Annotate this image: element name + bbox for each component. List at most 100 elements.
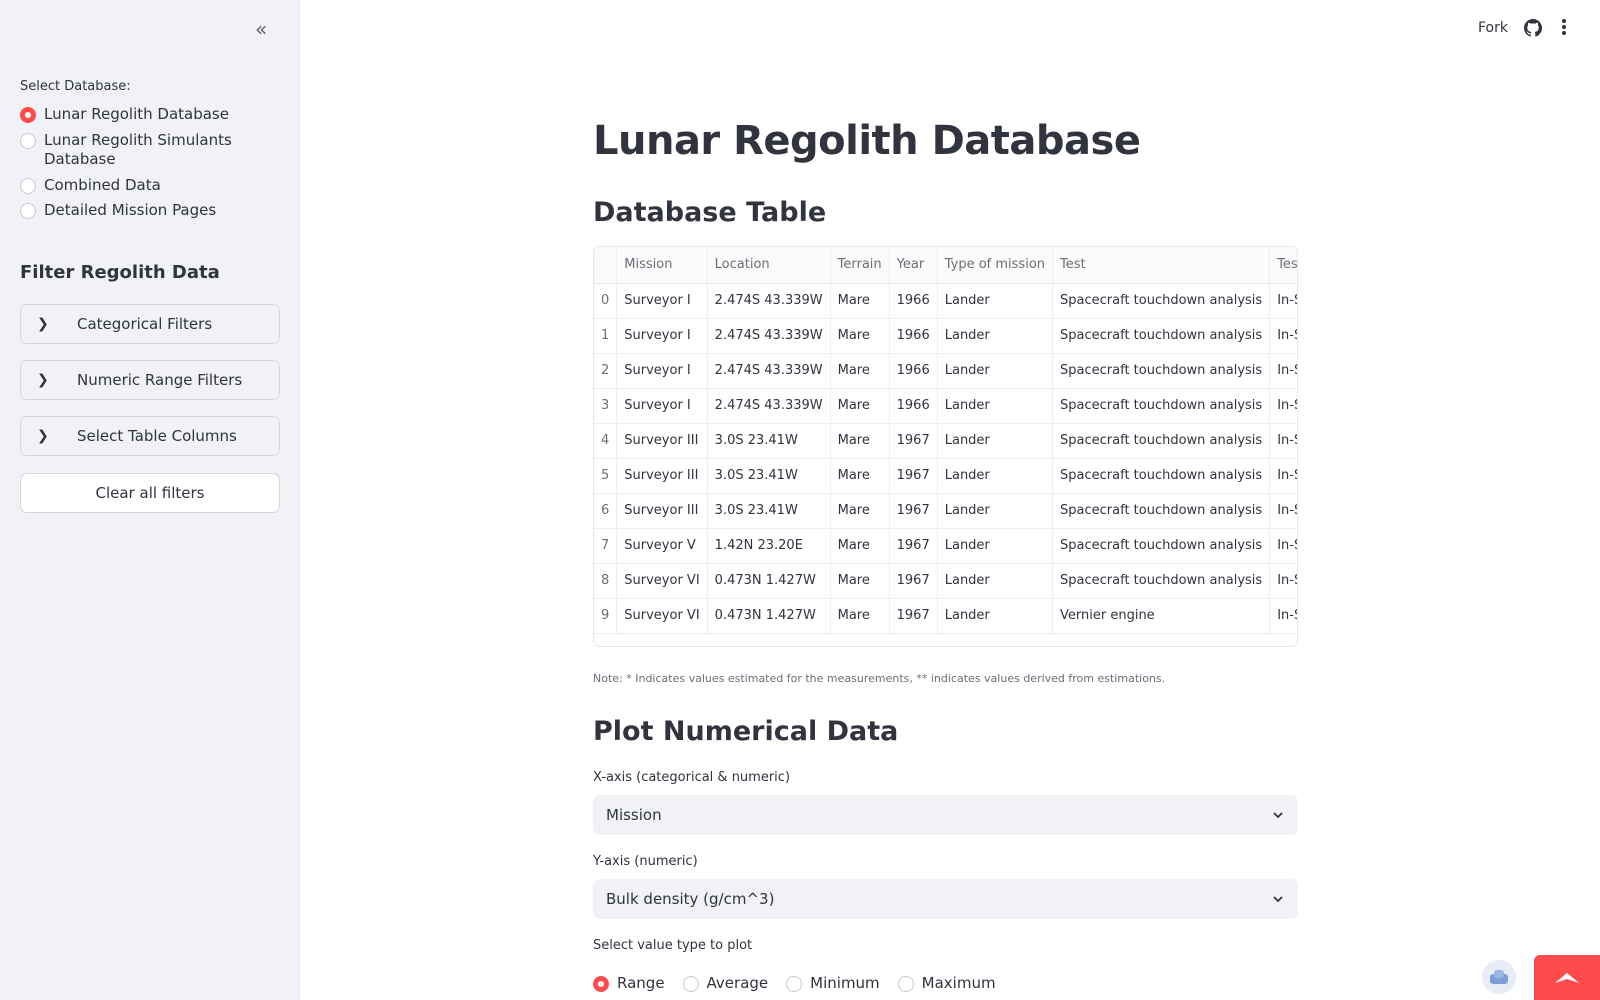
table-cell[interactable]: Lander bbox=[937, 458, 1054, 494]
radio-unselected-icon[interactable] bbox=[20, 177, 36, 194]
row-index-cell[interactable]: 2 bbox=[594, 353, 618, 389]
radio-unselected-icon[interactable] bbox=[682, 976, 699, 992]
db-option-combined[interactable]: Combined Data bbox=[20, 176, 280, 196]
value-type-average[interactable]: Average bbox=[682, 974, 768, 994]
table-cell[interactable]: Mare bbox=[830, 423, 890, 459]
table-cell[interactable]: Lander bbox=[937, 493, 1054, 529]
table-cell[interactable]: Surveyor VI bbox=[616, 563, 708, 599]
table-cell[interactable]: 3.0S 23.41W bbox=[707, 423, 831, 459]
table-cell[interactable]: Mare bbox=[830, 283, 890, 319]
table-column-header[interactable]: Test bbox=[1052, 247, 1271, 284]
row-index-cell[interactable]: 9 bbox=[594, 598, 618, 634]
table-column-header[interactable] bbox=[594, 247, 618, 284]
table-cell[interactable]: Mare bbox=[830, 528, 890, 564]
table-cell[interactable]: Surveyor V bbox=[616, 528, 708, 564]
table-cell[interactable]: Spacecraft touchdown analysis bbox=[1052, 563, 1271, 599]
table-cell[interactable]: 1967 bbox=[889, 598, 938, 634]
radio-unselected-icon[interactable] bbox=[786, 976, 803, 992]
table-cell[interactable]: 1966 bbox=[889, 318, 938, 354]
row-index-cell[interactable]: 1 bbox=[594, 318, 618, 354]
radio-unselected-icon[interactable] bbox=[20, 132, 36, 149]
table-cell[interactable]: 2.474S 43.339W bbox=[707, 283, 831, 319]
table-cell[interactable]: Lander bbox=[937, 598, 1054, 634]
table-cell[interactable]: 2.474S 43.339W bbox=[707, 353, 831, 389]
table-cell[interactable]: Surveyor I bbox=[616, 353, 708, 389]
table-cell[interactable]: In-Si bbox=[1269, 493, 1297, 529]
table-cell[interactable]: 1967 bbox=[889, 423, 938, 459]
clear-all-filters-button[interactable]: Clear all filters bbox=[20, 473, 280, 513]
table-row[interactable]: 2 Surveyor I 2.474S 43.339W Mare 1966 Lander S… bbox=[594, 353, 1297, 389]
table-column-header[interactable]: Terrain bbox=[830, 247, 890, 284]
row-index-cell[interactable]: 0 bbox=[594, 283, 618, 319]
table-column-header[interactable]: Year bbox=[889, 247, 938, 284]
github-icon[interactable] bbox=[1524, 19, 1542, 37]
table-cell[interactable]: Lander bbox=[937, 528, 1054, 564]
table-cell[interactable]: Spacecraft touchdown analysis bbox=[1052, 423, 1271, 459]
table-cell[interactable]: In-Si bbox=[1269, 423, 1297, 459]
table-row[interactable]: 1 Surveyor I 2.474S 43.339W Mare 1966 Lander S… bbox=[594, 318, 1297, 354]
table-row[interactable]: 0 Surveyor I 2.474S 43.339W Mare 1966 Lander S… bbox=[594, 283, 1297, 319]
table-cell[interactable]: 1966 bbox=[889, 353, 938, 389]
table-cell[interactable]: In-Si bbox=[1269, 318, 1297, 354]
table-cell[interactable]: 2.474S 43.339W bbox=[707, 388, 831, 424]
app-status-icon[interactable] bbox=[1482, 960, 1516, 994]
row-index-cell[interactable]: 3 bbox=[594, 388, 618, 424]
table-cell[interactable]: Mare bbox=[830, 493, 890, 529]
table-cell[interactable]: In-Si bbox=[1269, 353, 1297, 389]
table-cell[interactable]: 2.474S 43.339W bbox=[707, 318, 831, 354]
db-option-simulants[interactable]: Lunar Regolith Simulants Database bbox=[20, 131, 280, 170]
radio-unselected-icon[interactable] bbox=[20, 203, 36, 219]
table-cell[interactable]: Surveyor III bbox=[616, 493, 708, 529]
table-column-header[interactable]: Test bbox=[1269, 247, 1297, 284]
table-cell[interactable]: Vernier engine bbox=[1052, 598, 1271, 634]
radio-selected-icon[interactable] bbox=[593, 976, 609, 992]
table-cell[interactable]: 1967 bbox=[889, 563, 938, 599]
radio-selected-icon[interactable] bbox=[20, 107, 36, 123]
table-row[interactable]: 3 Surveyor I 2.474S 43.339W Mare 1966 Lander S… bbox=[594, 388, 1297, 424]
table-cell[interactable]: In-Si bbox=[1269, 598, 1297, 634]
table-cell[interactable]: Mare bbox=[830, 353, 890, 389]
row-index-cell[interactable]: 4 bbox=[594, 423, 618, 459]
table-cell[interactable]: Mare bbox=[830, 318, 890, 354]
table-column-header[interactable]: Type of mission bbox=[937, 247, 1054, 284]
streamlit-badge-icon[interactable] bbox=[1534, 955, 1600, 1000]
row-index-cell[interactable]: 7 bbox=[594, 528, 618, 564]
table-cell[interactable]: Surveyor I bbox=[616, 283, 708, 319]
table-cell[interactable]: Mare bbox=[830, 388, 890, 424]
radio-unselected-icon[interactable] bbox=[897, 976, 914, 992]
table-column-header[interactable]: Mission bbox=[616, 247, 708, 284]
table-cell[interactable]: 3.0S 23.41W bbox=[707, 493, 831, 529]
table-cell[interactable]: Spacecraft touchdown analysis bbox=[1052, 353, 1271, 389]
table-cell[interactable]: 1966 bbox=[889, 283, 938, 319]
table-cell[interactable]: In-Si bbox=[1269, 283, 1297, 319]
table-cell[interactable]: Lander bbox=[937, 563, 1054, 599]
table-row[interactable]: 7 Surveyor V 1.42N 23.20E Mare 1967 Lander Spa… bbox=[594, 528, 1297, 564]
table-cell[interactable]: In-Si bbox=[1269, 528, 1297, 564]
expander-select-table-columns[interactable]: ❯ Select Table Columns bbox=[20, 416, 280, 456]
table-cell[interactable]: Surveyor III bbox=[616, 423, 708, 459]
table-cell[interactable]: Spacecraft touchdown analysis bbox=[1052, 528, 1271, 564]
table-row[interactable]: 5 Surveyor III 3.0S 23.41W Mare 1967 Lander Sp… bbox=[594, 458, 1297, 494]
table-cell[interactable]: Surveyor VI bbox=[616, 598, 708, 634]
table-cell[interactable]: Spacecraft touchdown analysis bbox=[1052, 493, 1271, 529]
table-cell[interactable]: Spacecraft touchdown analysis bbox=[1052, 388, 1271, 424]
table-cell[interactable]: 3.0S 23.41W bbox=[707, 458, 831, 494]
table-row[interactable]: 8 Surveyor VI 0.473N 1.427W Mare 1967 Lander S… bbox=[594, 563, 1297, 599]
table-cell[interactable]: 1967 bbox=[889, 528, 938, 564]
table-cell[interactable]: Lander bbox=[937, 423, 1054, 459]
database-table[interactable]: Mission Location Terrain Year Type of missio… bbox=[593, 246, 1298, 647]
expander-numeric-range-filters[interactable]: ❯ Numeric Range Filters bbox=[20, 360, 280, 400]
table-cell[interactable]: 1967 bbox=[889, 493, 938, 529]
value-type-minimum[interactable]: Minimum bbox=[786, 974, 880, 994]
table-cell[interactable]: Lander bbox=[937, 318, 1054, 354]
table-cell[interactable]: Lander bbox=[937, 353, 1054, 389]
row-index-cell[interactable]: 6 bbox=[594, 493, 618, 529]
value-type-maximum[interactable]: Maximum bbox=[897, 974, 996, 994]
table-cell[interactable]: 0.473N 1.427W bbox=[707, 563, 831, 599]
table-row[interactable]: 9 Surveyor VI 0.473N 1.427W Mare 1967 Lander V… bbox=[594, 598, 1297, 634]
table-cell[interactable]: 1966 bbox=[889, 388, 938, 424]
db-option-mission-pages[interactable]: Detailed Mission Pages bbox=[20, 201, 280, 221]
row-index-cell[interactable]: 8 bbox=[594, 563, 618, 599]
table-cell[interactable]: Surveyor III bbox=[616, 458, 708, 494]
vertical-ellipsis-icon[interactable] bbox=[1561, 17, 1567, 37]
